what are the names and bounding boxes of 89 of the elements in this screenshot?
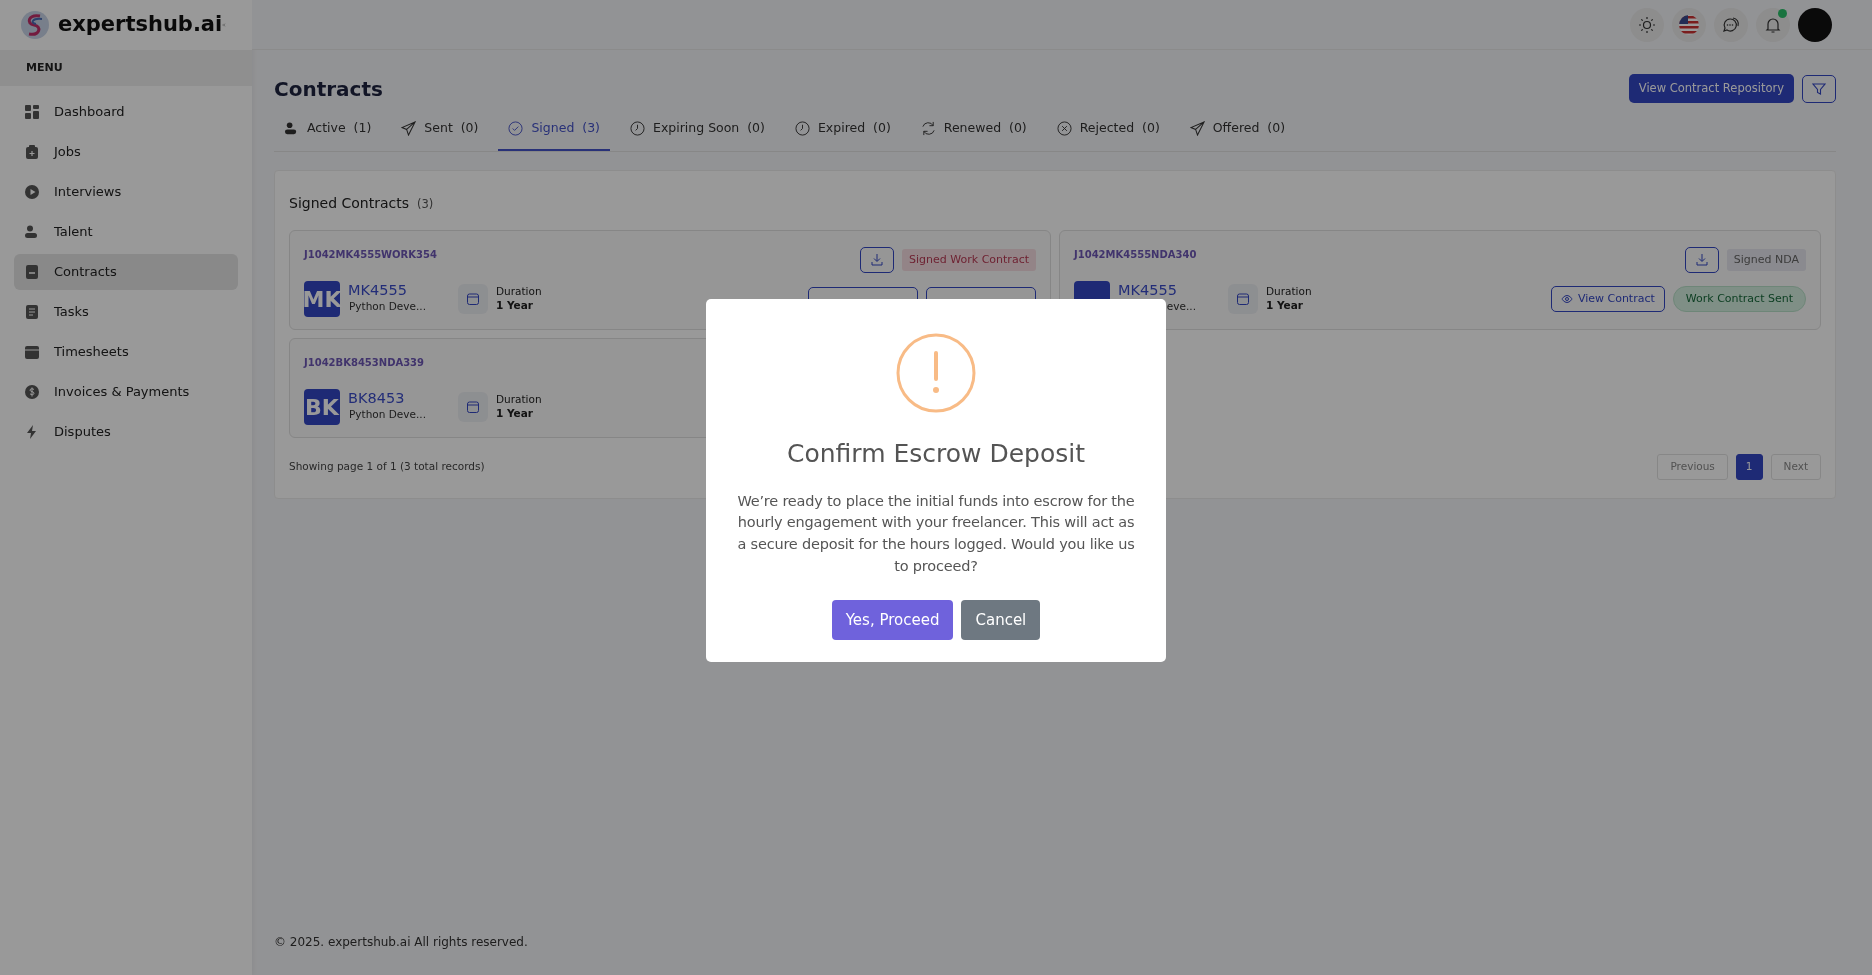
sidebar-item[interactable]: Talent (14, 214, 238, 250)
sidebar-item[interactable]: Contracts (14, 254, 238, 290)
job-role: Python Deve... (348, 407, 426, 423)
calendar-icon (466, 292, 480, 306)
calendar-icon (466, 400, 480, 414)
sidebar-item[interactable]: Tasks (14, 294, 238, 330)
job-role: Python Deve... (348, 299, 426, 315)
calendar-icon (24, 344, 40, 360)
contract-tab[interactable]: Signed (3) (498, 111, 610, 151)
contract-tab[interactable]: Expiring Soon (0) (620, 111, 775, 151)
initials-avatar: MK (304, 281, 340, 317)
duration-label: Duration (496, 393, 542, 407)
download-icon (1694, 253, 1709, 267)
dialog-message: We’re ready to place the initial funds into escrow for the hourly engagement with your freelancer. This will act as a secure deposit for the hours logged. Would you like us to proceed? (736, 491, 1136, 576)
clock-icon (794, 121, 810, 137)
status-pill: Work Contract Sent (1672, 285, 1806, 313)
status-tag: Signed NDA (1726, 248, 1806, 272)
chat-icon (1722, 15, 1740, 34)
theme-toggle-button[interactable] (1630, 7, 1664, 42)
proceed-button[interactable]: Yes, Proceed (831, 599, 954, 640)
sidebar-item[interactable]: Timesheets (14, 334, 238, 370)
user-avatar[interactable] (1798, 7, 1832, 42)
freelancer-name[interactable]: BK8453 (348, 391, 426, 408)
contract-tab[interactable]: Offered (0) (1179, 111, 1296, 151)
freelancer-name[interactable]: MK4555 (1118, 283, 1196, 300)
sidebar-item[interactable]: Jobs (14, 134, 238, 170)
dashboard-icon (24, 104, 40, 120)
send-icon (1189, 121, 1205, 137)
user-icon (24, 224, 40, 240)
cancel-button[interactable]: Cancel (961, 599, 1041, 640)
contract-tab[interactable]: Renewed (0) (910, 111, 1037, 151)
clock-icon (630, 121, 645, 137)
status-tag: Signed Work Contract (902, 248, 1036, 272)
x-circle-icon (1056, 121, 1072, 137)
contract-tab[interactable]: Sent (0) (391, 111, 489, 151)
pagination-summary: Showing page 1 of 1 (3 total records) (289, 459, 485, 474)
footer-text: © 2025. expertshub.ai All rights reserved. (273, 934, 529, 951)
filter-button[interactable] (1802, 74, 1836, 103)
flag-icon (1679, 14, 1699, 35)
duration-value: 1 Year (496, 299, 534, 313)
sidebar-item[interactable]: Invoices & Payments (14, 374, 238, 410)
view-repository-button[interactable]: View Contract Repository (1628, 74, 1794, 104)
duration-value: 1 Year (496, 407, 534, 421)
warning-icon (896, 333, 976, 413)
view-contract-button[interactable]: View Contract (1550, 285, 1665, 313)
page-title: Contracts (274, 76, 383, 101)
play-icon (24, 184, 40, 200)
chat-button[interactable] (1714, 7, 1748, 42)
duration-label: Duration (1266, 285, 1312, 299)
refresh-icon (920, 121, 936, 137)
document-icon (24, 264, 40, 280)
pagination-button[interactable]: 1 (1735, 454, 1763, 480)
clipboard-icon (24, 144, 40, 160)
duration-label: Duration (496, 285, 542, 299)
dollar-icon (24, 384, 40, 400)
sidebar-item[interactable]: Disputes (14, 414, 238, 450)
contract-tab[interactable]: Expired (0) (784, 111, 901, 151)
contract-code: J1042MK4555NDA340 (1074, 248, 1197, 262)
contract-code: J1042MK4555WORK354 (304, 248, 437, 262)
contract-tab[interactable]: Rejected (0) (1046, 111, 1170, 151)
section-title: Signed Contracts (289, 194, 409, 213)
user-icon (284, 121, 299, 137)
eye-icon (1560, 293, 1573, 305)
list-icon (24, 304, 40, 320)
download-button[interactable] (860, 247, 895, 273)
record-count: (3) (417, 196, 434, 213)
calendar-icon (1236, 292, 1250, 306)
download-button[interactable] (1684, 247, 1719, 273)
initials-avatar: BK (304, 389, 340, 425)
menu-heading: MENU (26, 59, 63, 76)
bell-icon (1764, 15, 1782, 34)
download-icon (870, 253, 885, 267)
brand-name: expertshub.ai (58, 11, 223, 39)
job-role: eve... (1165, 299, 1196, 315)
sidebar-item[interactable]: Dashboard (14, 94, 238, 130)
notification-dot (1778, 8, 1787, 18)
language-button[interactable] (1672, 7, 1706, 42)
dialog-title: Confirm Escrow Deposit (785, 438, 1086, 470)
sidebar-item[interactable]: Interviews (14, 174, 238, 210)
sun-icon (1638, 15, 1656, 34)
send-icon (401, 121, 417, 137)
contract-code: J1042BK8453NDA339 (304, 356, 425, 370)
filter-icon (1812, 81, 1826, 96)
duration-value: 1 Year (1266, 299, 1304, 313)
freelancer-name[interactable]: MK4555 (348, 283, 426, 300)
notifications-button[interactable] (1756, 7, 1790, 42)
contract-tab[interactable]: Active (1) (274, 111, 382, 151)
logo-icon (20, 10, 50, 40)
check-circle-icon (508, 121, 524, 137)
